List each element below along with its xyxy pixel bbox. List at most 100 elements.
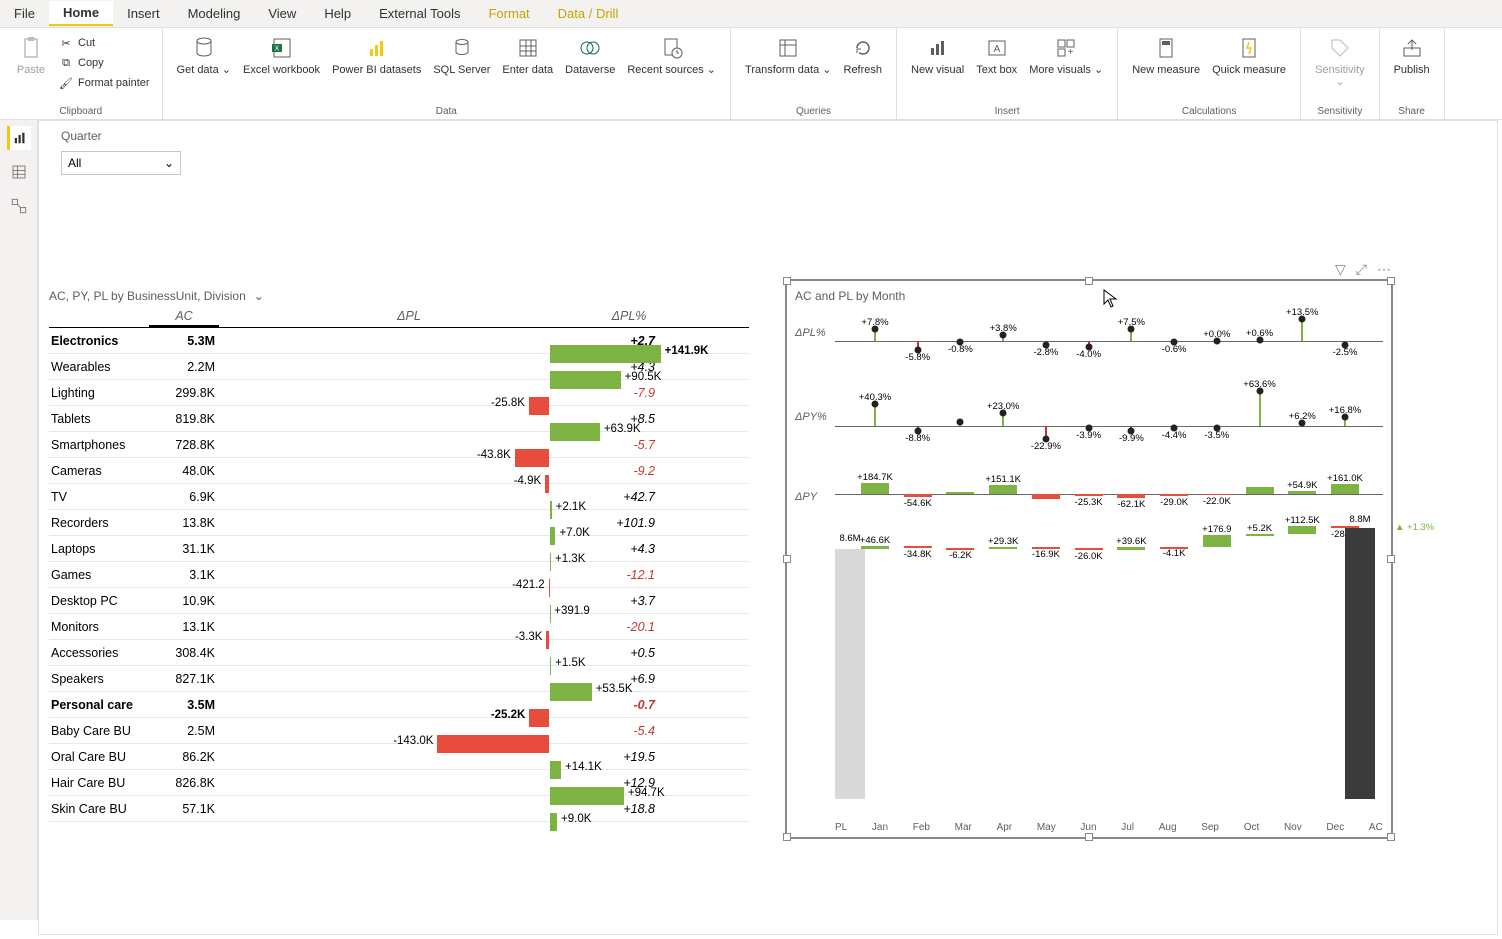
x-tick: Aug — [1159, 822, 1177, 833]
publish-button[interactable]: Publish — [1388, 32, 1436, 78]
table-row[interactable]: Skin Care BU57.1K+9.0K+18.8 — [49, 796, 749, 822]
menu-help[interactable]: Help — [310, 2, 365, 25]
resize-handle[interactable] — [1387, 555, 1395, 563]
tag-icon — [1326, 34, 1354, 62]
table-row[interactable]: Cameras48.0K-4.9K-9.2 — [49, 458, 749, 484]
row-name: Oral Care BU — [49, 750, 149, 764]
menu-file[interactable]: File — [0, 2, 49, 25]
zone-label-dplp: ΔPL% — [795, 327, 826, 339]
new-visual-button[interactable]: New visual — [905, 32, 970, 78]
database-icon — [190, 34, 218, 62]
group-label-sensitivity: Sensitivity — [1309, 104, 1371, 117]
menu-view[interactable]: View — [254, 2, 310, 25]
copy-icon: ⧉ — [58, 55, 74, 71]
recent-sources-button[interactable]: Recent sources ⌄ — [621, 32, 722, 78]
row-ac: 57.1K — [149, 802, 219, 816]
sql-server-button[interactable]: SQL Server — [427, 32, 496, 78]
resize-handle[interactable] — [1085, 277, 1093, 285]
group-label-queries: Queries — [739, 104, 888, 117]
brush-icon: 🖌 — [58, 75, 74, 91]
ribbon-group-data: Get data ⌄ XExcel workbook Power BI data… — [163, 28, 732, 119]
excel-button[interactable]: XExcel workbook — [237, 32, 326, 78]
table-row[interactable]: Recorders13.8K+7.0K+101.9 — [49, 510, 749, 536]
table-row[interactable]: Hair Care BU826.8K+94.7K+12.9 — [49, 770, 749, 796]
quick-measure-button[interactable]: Quick measure — [1206, 32, 1292, 78]
row-name: Accessories — [49, 646, 149, 660]
row-ac: 3.5M — [149, 698, 219, 712]
transform-data-button[interactable]: Transform data ⌄ — [739, 32, 837, 78]
more-visuals-button[interactable]: +More visuals ⌄ — [1023, 32, 1109, 78]
data-view-icon[interactable] — [7, 160, 31, 184]
format-painter-button[interactable]: 🖌Format painter — [54, 74, 154, 92]
resize-handle[interactable] — [783, 555, 791, 563]
row-ac: 5.3M — [149, 334, 219, 348]
resize-handle[interactable] — [783, 833, 791, 841]
paste-button[interactable]: Paste — [8, 32, 54, 78]
more-options-icon[interactable]: ⋯ — [1377, 261, 1391, 278]
resize-handle[interactable] — [1387, 277, 1395, 285]
get-data-button[interactable]: Get data ⌄ — [171, 32, 237, 78]
resize-handle[interactable] — [1085, 833, 1093, 841]
table-row[interactable]: Speakers827.1K+53.5K+6.9 — [49, 666, 749, 692]
table-row[interactable]: Tablets819.8K+63.9K+8.5 — [49, 406, 749, 432]
table-row[interactable]: Oral Care BU86.2K+14.1K+19.5 — [49, 744, 749, 770]
text-box-button[interactable]: AText box — [970, 32, 1023, 78]
visual-month-chart[interactable]: ▽ ⤢ ⋯ AC and PL by Month ΔPL% +7.8%-5.8%… — [785, 279, 1393, 839]
resize-handle[interactable] — [783, 277, 791, 285]
table-row[interactable]: Electronics5.3M+141.9K+2.7 — [49, 328, 749, 354]
visual-bar-table[interactable]: AC, PY, PL by BusinessUnit, Division ⌄ A… — [49, 289, 749, 822]
table-row[interactable]: Desktop PC10.9K+391.9+3.7 — [49, 588, 749, 614]
grid-icon — [514, 34, 542, 62]
focus-icon[interactable]: ⤢ — [1356, 261, 1367, 278]
menu-bar: File Home Insert Modeling View Help Exte… — [0, 0, 1502, 28]
header-ac: AC — [149, 307, 219, 327]
table-row[interactable]: Personal care3.5M-25.2K-0.7 — [49, 692, 749, 718]
table-row[interactable]: TV6.9K+2.1K+42.7 — [49, 484, 749, 510]
row-ac: 6.9K — [149, 490, 219, 504]
row-name: Laptops — [49, 542, 149, 556]
menu-external-tools[interactable]: External Tools — [365, 2, 474, 25]
filter-icon[interactable]: ▽ — [1335, 261, 1346, 278]
row-ac: 827.1K — [149, 672, 219, 686]
enter-data-button[interactable]: Enter data — [496, 32, 559, 78]
data-table: AC ΔPL ΔPL% Electronics5.3M+141.9K+2.7We… — [49, 307, 749, 822]
group-label-share: Share — [1388, 104, 1436, 117]
refresh-button[interactable]: Refresh — [838, 32, 889, 78]
visual-title-right: AC and PL by Month — [795, 289, 905, 303]
x-tick: Sep — [1201, 822, 1219, 833]
model-view-icon[interactable] — [7, 194, 31, 218]
report-canvas: Quarter All ⌄ AC, PY, PL by BusinessUnit… — [38, 120, 1498, 935]
quarter-slicer[interactable]: All ⌄ — [61, 151, 181, 175]
dataverse-button[interactable]: Dataverse — [559, 32, 621, 78]
menu-insert[interactable]: Insert — [113, 2, 174, 25]
menu-data-drill[interactable]: Data / Drill — [544, 2, 633, 25]
chevron-down-icon[interactable]: ⌄ — [254, 289, 264, 303]
menu-modeling[interactable]: Modeling — [174, 2, 255, 25]
menu-format[interactable]: Format — [474, 2, 543, 25]
row-dplp: +19.5 — [599, 750, 659, 764]
copy-button[interactable]: ⧉Copy — [54, 54, 154, 72]
menu-home[interactable]: Home — [49, 1, 113, 26]
row-name: Cameras — [49, 464, 149, 478]
pbi-datasets-button[interactable]: Power BI datasets — [326, 32, 427, 78]
row-ac: 2.2M — [149, 360, 219, 374]
chart-icon — [924, 34, 952, 62]
table-row[interactable]: Laptops31.1K+1.3K+4.3 — [49, 536, 749, 562]
table-row[interactable]: Accessories308.4K+1.5K+0.5 — [49, 640, 749, 666]
table-row[interactable]: Smartphones728.8K-43.8K-5.7 — [49, 432, 749, 458]
table-row[interactable]: Lighting299.8K-25.8K-7.9 — [49, 380, 749, 406]
svg-text:+: + — [1068, 47, 1074, 58]
report-view-icon[interactable] — [7, 126, 31, 150]
x-tick: May — [1037, 822, 1056, 833]
table-row[interactable]: Games3.1K-421.2-12.1 — [49, 562, 749, 588]
resize-handle[interactable] — [1387, 833, 1395, 841]
table-row[interactable]: Baby Care BU2.5M-143.0K-5.4 — [49, 718, 749, 744]
ribbon-group-clipboard: Paste ✂Cut ⧉Copy 🖌Format painter Clipboa… — [0, 28, 163, 119]
new-measure-button[interactable]: New measure — [1126, 32, 1206, 78]
x-tick: Feb — [913, 822, 930, 833]
chart-zone-dpy: +184.7K-54.6K+151.1K-25.3K-62.1K-29.0K-2… — [835, 476, 1383, 516]
sensitivity-button[interactable]: Sensitivity⌄ — [1309, 32, 1371, 90]
cut-button[interactable]: ✂Cut — [54, 34, 154, 52]
row-dplp: -20.1 — [599, 620, 659, 634]
table-row[interactable]: Monitors13.1K-3.3K-20.1 — [49, 614, 749, 640]
